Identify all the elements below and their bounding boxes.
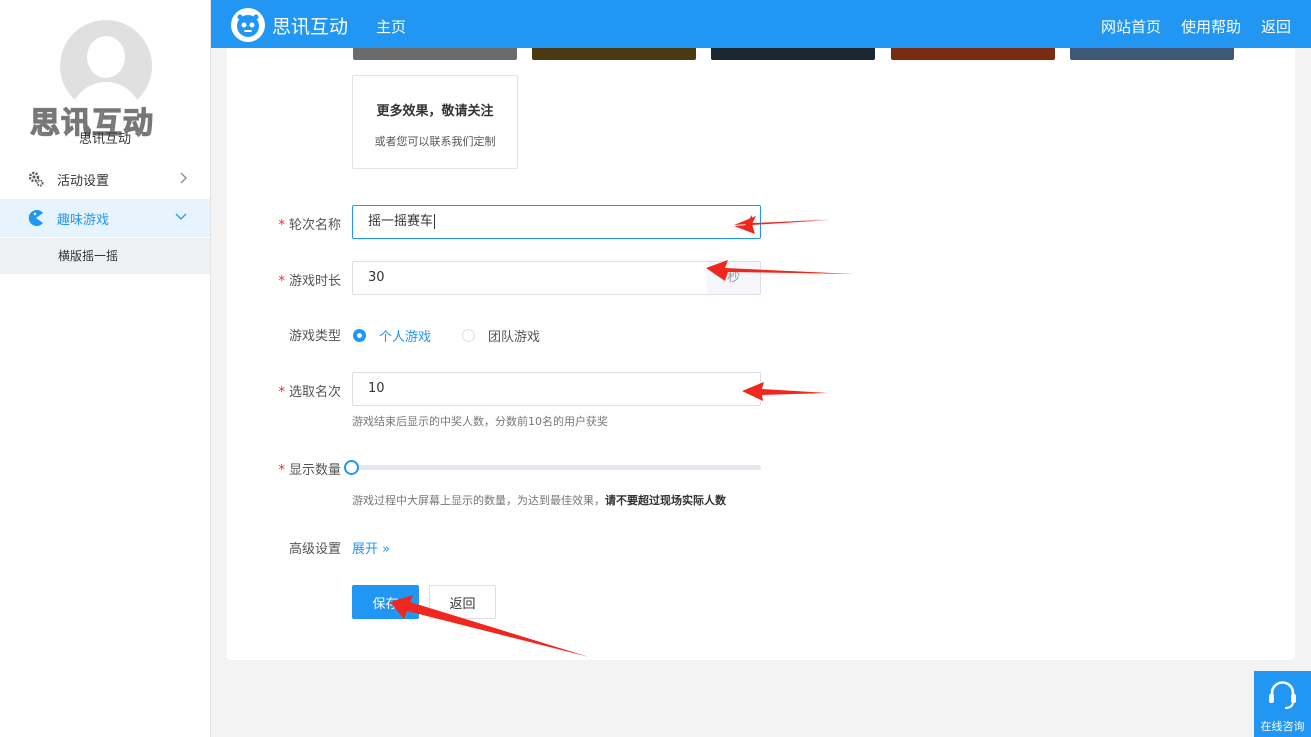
top-header: 思讯互动 主页 网站首页 使用帮助 返回 [211, 0, 1311, 48]
game-type-label: 游戏类型 [288, 329, 341, 344]
duration-input[interactable]: 30 [352, 261, 708, 295]
display-count-slider[interactable] [352, 465, 761, 470]
rank-hint: 游戏结束后显示的中奖人数，分数前10名的用户获奖 [352, 415, 608, 428]
display-count-label: * 显示数量 [278, 463, 341, 478]
headset-icon [1269, 681, 1296, 709]
display-count-hint: 游戏过程中大屏幕上显示的数量，为达到最佳效果，请不要超过现场实际人数 [352, 494, 726, 507]
brand-name: 思讯互动 [272, 16, 349, 38]
effect-thumbnail[interactable] [711, 48, 875, 60]
nav-home-link[interactable]: 主页 [376, 16, 406, 37]
sidebar-item-label: 趣味游戏 [57, 212, 110, 228]
duration-label: * 游戏时长 [278, 274, 341, 289]
radio-individual-game[interactable]: 个人游戏 [353, 326, 431, 345]
chevron-right-icon [178, 171, 188, 189]
more-effects-title: 更多效果，敬请关注 [376, 104, 494, 119]
effect-thumbnail[interactable] [532, 48, 696, 60]
radio-team-game[interactable]: 团队游戏 [462, 326, 540, 345]
round-name-label: * 轮次名称 [278, 218, 341, 233]
round-name-input[interactable]: 摇一摇赛车 [352, 205, 761, 239]
rank-label: * 选取名次 [278, 385, 341, 400]
online-consult-label: 在线咨询 [1260, 720, 1305, 733]
header-links: 网站首页 使用帮助 返回 [1101, 16, 1311, 37]
save-button[interactable]: 保存 [352, 585, 419, 619]
sidebar-subitem-horizontal-shake[interactable]: 横版摇一摇 [0, 238, 210, 274]
sidebar: 思讯互动 思讯互动 活动设置 趣味游戏 横版摇一摇 [0, 0, 211, 737]
org-name: 思讯互动 [78, 132, 131, 147]
sidebar-item-fun-games[interactable]: 趣味游戏 [0, 199, 210, 237]
gear-icon [27, 170, 45, 188]
more-effects-box: 更多效果，敬请关注 或者您可以联系我们定制 [352, 75, 518, 169]
display-count-slider-handle[interactable] [344, 460, 359, 475]
effect-thumbnail[interactable] [891, 48, 1055, 60]
back-button[interactable]: 返回 [429, 585, 496, 619]
more-effects-subtitle: 或者您可以联系我们定制 [374, 135, 496, 148]
advanced-settings-label: 高级设置 [288, 542, 341, 557]
expand-link[interactable]: 展开 » [352, 538, 390, 557]
sidebar-item-label: 活动设置 [57, 173, 110, 189]
duration-unit: 秒 [707, 261, 761, 295]
nav-website-home-link[interactable]: 网站首页 [1101, 16, 1161, 37]
effect-thumbnail[interactable] [353, 48, 517, 60]
nav-help-link[interactable]: 使用帮助 [1181, 16, 1241, 37]
sidebar-item-activity-settings[interactable]: 活动设置 [0, 160, 210, 198]
chevron-down-icon [174, 210, 188, 228]
effect-thumbnail[interactable] [1070, 48, 1234, 60]
online-consult-button[interactable]: 在线咨询 [1254, 671, 1311, 737]
rank-input[interactable]: 10 [352, 372, 761, 406]
pacman-icon [27, 209, 45, 227]
nav-back-link[interactable]: 返回 [1261, 16, 1291, 37]
robot-logo-icon [231, 8, 265, 42]
